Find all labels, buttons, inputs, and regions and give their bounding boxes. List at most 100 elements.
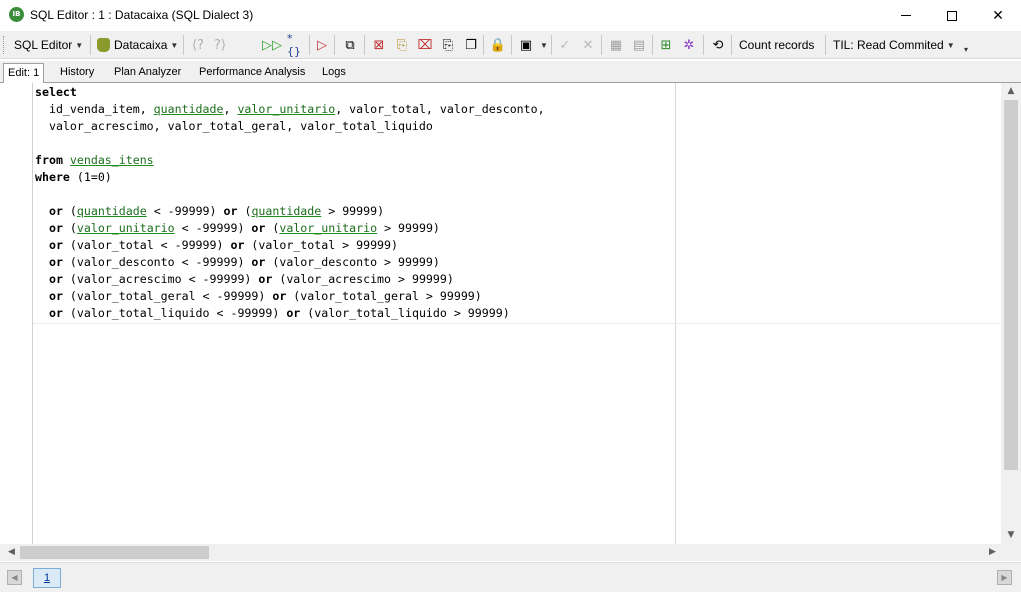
code-text: (1=0): [69, 170, 112, 184]
sql-keyword: select: [35, 85, 77, 99]
sql-identifier: valor_unitario: [76, 221, 175, 235]
copy-grid-icon[interactable]: ⧉: [341, 36, 359, 54]
horizontal-scroll-thumb[interactable]: [20, 546, 209, 559]
sql-identifier: quantidade: [76, 204, 147, 218]
tab-label: Logs: [322, 66, 346, 78]
tab-history[interactable]: History: [60, 65, 94, 83]
toolbar-divider: [652, 35, 653, 55]
title-bar: IB SQL Editor : 1 : Datacaixa (SQL Diale…: [0, 0, 1021, 31]
vertical-scrollbar[interactable]: ▲ ▼: [1001, 83, 1021, 544]
toolbar-divider: [334, 35, 335, 55]
maximize-button[interactable]: [929, 0, 975, 31]
sql-code[interactable]: select id_venda_item, quantidade, valor_…: [35, 84, 545, 322]
window-title: SQL Editor : 1 : Datacaixa (SQL Dialect …: [30, 8, 254, 22]
tab-label: History: [60, 66, 95, 78]
format-code-icon[interactable]: *{}: [287, 32, 305, 58]
chevron-down-icon: ▼: [946, 40, 955, 50]
new-icon[interactable]: ⊠: [370, 36, 388, 54]
sql-editor[interactable]: select id_venda_item, quantidade, valor_…: [0, 83, 1021, 544]
sql-keyword: or: [48, 272, 63, 286]
next-query-icon[interactable]: ?⟩: [211, 36, 229, 54]
toggle-icon[interactable]: ▣: [517, 36, 535, 54]
toolbar-divider: [483, 35, 484, 55]
code-line: or (valor_unitario < -99999) or (valor_u…: [35, 220, 545, 237]
lock-icon[interactable]: 🔒: [489, 36, 507, 54]
code-line: or (quantidade < -99999) or (quantidade …: [35, 203, 545, 220]
toolbar-gripper[interactable]: [3, 36, 6, 54]
sql-keyword: or: [251, 221, 266, 235]
til-dropdown[interactable]: TIL: Read Commited ▼: [833, 35, 955, 55]
scroll-left-icon[interactable]: ◀: [3, 544, 20, 561]
sql-identifier: quantidade: [251, 204, 322, 218]
scroll-down-icon[interactable]: ▼: [1001, 527, 1021, 544]
code-text: (valor_acrescimo > 99999): [272, 272, 454, 286]
toggle-dropdown[interactable]: ▼: [537, 35, 548, 55]
tab-edit[interactable]: Edit: 1: [3, 63, 45, 84]
code-end-line: [33, 323, 1001, 324]
settings-icon[interactable]: ✲: [680, 36, 698, 54]
page-next-icon[interactable]: ▶: [997, 570, 1012, 585]
toolbar: SQL Editor ▼ Datacaixa ▼ ⟨? ?⟩ ▷ ▷▷ *{} …: [0, 31, 1021, 88]
code-text: (: [62, 204, 77, 218]
delete-icon[interactable]: ⌧: [416, 36, 434, 54]
tab-label: Plan Analyzer: [114, 66, 182, 78]
sql-editor-dropdown[interactable]: SQL Editor ▼: [14, 35, 83, 55]
paste-icon[interactable]: ⎘: [393, 36, 411, 54]
stop-icon[interactable]: ▷: [313, 36, 331, 54]
refresh-icon[interactable]: ⟲: [709, 36, 727, 54]
code-line: or (valor_total < -99999) or (valor_tota…: [35, 237, 545, 254]
code-text: (valor_total_geral > 99999): [286, 289, 482, 303]
clipboard-icon[interactable]: ❐: [462, 36, 480, 54]
grid2-icon[interactable]: ▤: [630, 36, 648, 54]
code-line: valor_acrescimo, valor_total_geral, valo…: [35, 118, 545, 135]
toolbar-divider: [601, 35, 602, 55]
run-step-icon[interactable]: ▷▷: [262, 36, 282, 54]
sql-keyword: or: [48, 204, 63, 218]
minimize-icon: [901, 15, 911, 16]
rollback-icon[interactable]: ✕: [579, 36, 597, 54]
count-records-label: Count records: [739, 38, 815, 52]
toolbar-divider: [731, 35, 732, 55]
scroll-up-icon[interactable]: ▲: [1001, 83, 1021, 100]
horizontal-scrollbar[interactable]: ◀ ▶: [0, 544, 1021, 561]
tab-performance-analysis[interactable]: Performance Analysis: [199, 65, 305, 83]
copy-icon[interactable]: ⎘: [439, 36, 457, 54]
code-line: where (1=0): [35, 169, 545, 186]
sql-keyword: or: [48, 238, 63, 252]
prev-query-icon[interactable]: ⟨?: [189, 36, 207, 54]
app-icon: IB: [9, 7, 24, 22]
close-button[interactable]: ✕: [975, 0, 1021, 31]
database-dropdown[interactable]: Datacaixa ▼: [97, 35, 178, 55]
code-line: id_venda_item, quantidade, valor_unitari…: [35, 101, 545, 118]
sql-identifier: valor_unitario: [237, 102, 336, 116]
tree-icon[interactable]: ⊞: [657, 36, 675, 54]
code-text: > 99999): [321, 204, 385, 218]
tab-label: Edit: 1: [8, 67, 40, 79]
maximize-icon: [947, 10, 957, 21]
toolbar-divider: [551, 35, 552, 55]
scroll-right-icon[interactable]: ▶: [984, 544, 1001, 561]
toolbar-divider: [309, 35, 310, 55]
toolbar-overflow[interactable]: ▾: [961, 39, 968, 59]
grid-icon[interactable]: ▦: [607, 36, 625, 54]
code-text: id_venda_item,: [35, 102, 154, 116]
count-records-button[interactable]: Count records: [739, 35, 814, 55]
tab-logs[interactable]: Logs: [322, 65, 346, 83]
code-text: , valor_total, valor_desconto,: [335, 102, 545, 116]
code-text: < -99999): [146, 204, 224, 218]
minimize-button[interactable]: [883, 0, 929, 31]
code-text: < -99999): [174, 221, 252, 235]
page-prev-icon[interactable]: ◀: [7, 570, 22, 585]
tab-plan-analyzer[interactable]: Plan Analyzer: [114, 65, 181, 83]
code-text: (valor_acrescimo < -99999): [62, 272, 259, 286]
commit-icon[interactable]: ✓: [556, 36, 574, 54]
sql-identifier: valor_unitario: [279, 221, 378, 235]
page-button[interactable]: 1: [33, 568, 61, 588]
sql-keyword: or: [48, 306, 63, 320]
code-text: ,: [223, 102, 238, 116]
vertical-scroll-thumb[interactable]: [1004, 100, 1018, 470]
